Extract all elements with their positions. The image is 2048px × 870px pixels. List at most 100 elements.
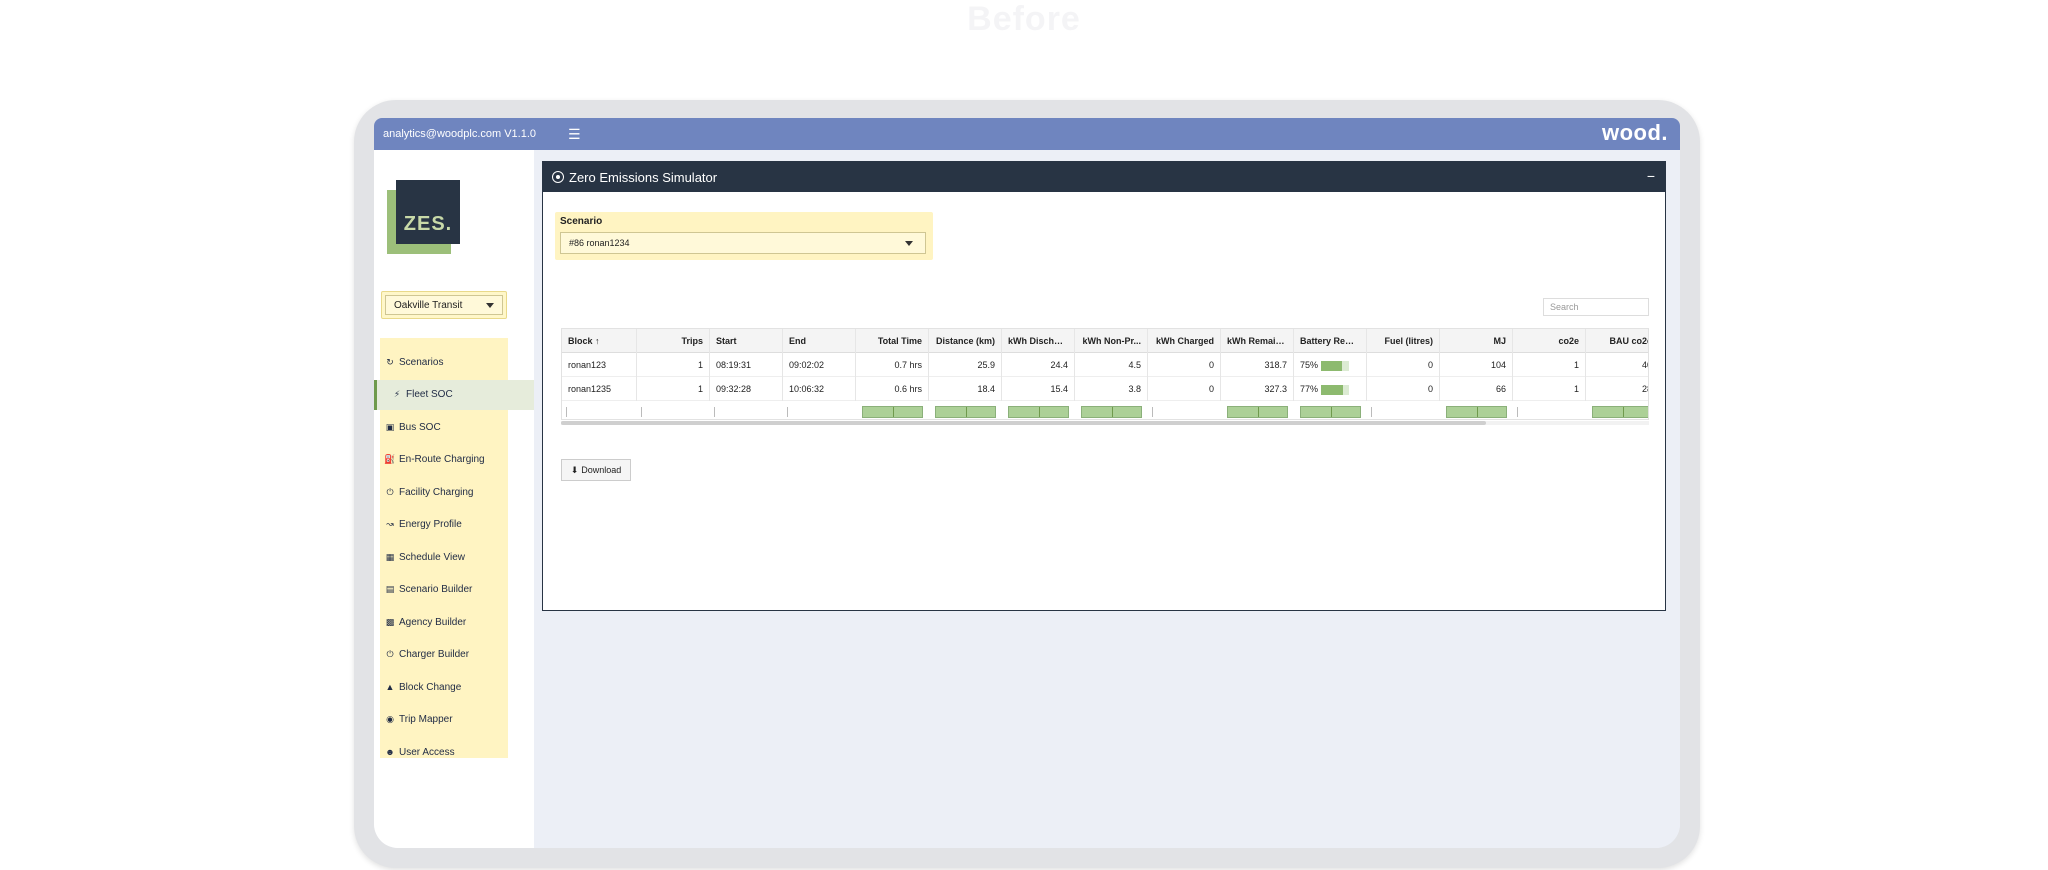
search-input[interactable]: Search: [1543, 298, 1649, 316]
table-cell: 15.4: [1002, 377, 1075, 401]
sidebar-item-label: Scenarios: [399, 356, 444, 368]
table-cell: ronan123: [562, 353, 637, 377]
column-header[interactable]: Distance (km): [929, 329, 1002, 353]
table-row: ronan123 1 08:19:31 09:02:02 0.7 hrs 25.9 24.4…: [562, 353, 1648, 377]
brand-logo: wood.: [1601, 120, 1668, 145]
table-cell: 1: [1513, 377, 1586, 401]
sidebar: ZES. Oakville Transit ↻ Scenarios ⚡ Fleet S…: [374, 150, 534, 848]
collapse-button[interactable]: −: [1647, 168, 1655, 184]
column-header[interactable]: kWh Charged: [1148, 329, 1221, 353]
filter-divider: [787, 407, 788, 417]
range-filter-slider[interactable]: [1008, 406, 1069, 418]
range-filter-slider[interactable]: [1300, 406, 1361, 418]
column-header[interactable]: MJ: [1440, 329, 1513, 353]
user-label: analytics@woodplc.com V1.1.0: [383, 128, 537, 140]
table-cell: 0.7 hrs: [856, 353, 929, 377]
column-header[interactable]: Block ↑: [562, 329, 637, 353]
table-cell: 0: [1148, 353, 1221, 377]
scenario-select[interactable]: #86 ronan1234: [560, 232, 926, 254]
zes-logo: ZES.: [387, 180, 460, 254]
range-filter-slider[interactable]: [1446, 406, 1507, 418]
sidebar-item-block-change[interactable]: ▲ Block Change: [383, 674, 462, 700]
column-header[interactable]: Battery Rem...: [1294, 329, 1367, 353]
table-cell: 66: [1440, 377, 1513, 401]
sidebar-item-label: User Access: [399, 746, 455, 758]
sidebar-item-bus-soc[interactable]: ▣ Bus SOC: [383, 414, 441, 440]
simulator-card: Zero Emissions Simulator − Scenario #86 …: [542, 161, 1666, 611]
table-cell: ronan1235: [562, 377, 637, 401]
range-filter-slider[interactable]: [862, 406, 923, 418]
sidebar-item-label: Block Change: [399, 681, 462, 693]
table-cell: 40: [1586, 353, 1648, 377]
charging-bus-icon: ⚡: [393, 389, 401, 399]
table-cell: 08:19:31: [710, 353, 783, 377]
sidebar-item-en-route-charging[interactable]: ⛽ En-Route Charging: [383, 447, 484, 473]
sidebar-item-label: Scenario Builder: [399, 584, 473, 595]
plug-icon: ⏻: [386, 649, 394, 659]
sidebar-item-user-access[interactable]: ☻ User Access: [383, 739, 455, 765]
target-icon: [552, 171, 564, 183]
battery-bar: [1321, 384, 1350, 395]
column-header[interactable]: Fuel (litres): [1367, 329, 1440, 353]
scenario-label: Scenario: [560, 216, 603, 227]
hamburger-icon[interactable]: ☰: [568, 126, 581, 143]
card-title: Zero Emissions Simulator: [569, 169, 718, 185]
table-filter-row: [562, 401, 1648, 419]
app-screen: analytics@woodplc.com V1.1.0 ☰ wood. ZES…: [374, 118, 1680, 848]
table-cell: 24.4: [1002, 353, 1075, 377]
range-filter-slider[interactable]: [1081, 406, 1142, 418]
map-icon: ◉: [386, 714, 394, 724]
column-header[interactable]: BAU co2e: [1586, 329, 1648, 353]
column-header[interactable]: End: [783, 329, 856, 353]
card-header: Zero Emissions Simulator −: [543, 162, 1665, 192]
agency-select[interactable]: Oakville Transit: [381, 291, 507, 319]
chevron-down-icon: [486, 302, 494, 308]
table-scrollbar[interactable]: [561, 421, 1649, 425]
range-filter-slider[interactable]: [1592, 406, 1648, 418]
table-header-row: Block ↑ Trips Start End Total Time Distance (…: [562, 329, 1648, 353]
column-header[interactable]: kWh Dischar...: [1002, 329, 1075, 353]
sidebar-item-charger-builder[interactable]: ⏻ Charger Builder: [383, 642, 469, 668]
battery-cell: 77%: [1294, 377, 1367, 401]
battery-percent: 75%: [1300, 360, 1319, 370]
chevron-down-icon: [905, 240, 913, 246]
sidebar-item-energy-profile[interactable]: ↝ Energy Profile: [383, 512, 462, 538]
agency-select-value: Oakville Transit: [394, 299, 463, 311]
road-icon: ▲: [385, 682, 395, 692]
sidebar-item-fleet-soc[interactable]: ⚡ Fleet SOC: [390, 382, 453, 408]
sidebar-item-schedule-view[interactable]: ▦ Schedule View: [383, 544, 465, 570]
table-cell: 28: [1586, 377, 1648, 401]
sidebar-item-label: Fleet SOC: [406, 389, 453, 400]
table-cell: 0: [1367, 353, 1440, 377]
download-button[interactable]: ⬇ Download: [561, 459, 631, 481]
table-cell: 1: [1513, 353, 1586, 377]
sidebar-item-label: Trip Mapper: [399, 714, 453, 725]
table-cell: 09:02:02: [783, 353, 856, 377]
table-cell: 1: [637, 377, 710, 401]
column-header[interactable]: co2e: [1513, 329, 1586, 353]
column-header[interactable]: Trips: [637, 329, 710, 353]
charging-station-icon: ⛽: [384, 454, 396, 464]
scenario-select-value: #86 ronan1234: [569, 238, 630, 248]
column-header[interactable]: Start: [710, 329, 783, 353]
range-filter-slider[interactable]: [1227, 406, 1288, 418]
table-cell: 104: [1440, 353, 1513, 377]
sidebar-item-scenarios[interactable]: ↻ Scenarios: [383, 349, 443, 375]
users-icon: ☻: [385, 747, 395, 757]
download-icon: ⬇: [570, 464, 579, 475]
column-header[interactable]: kWh Non-Pr...: [1075, 329, 1148, 353]
sidebar-item-label: Bus SOC: [399, 421, 441, 433]
table-row: ronan1235 1 09:32:28 10:06:32 0.6 hrs 18.4 15.…: [562, 377, 1648, 401]
column-header[interactable]: kWh Remain...: [1221, 329, 1294, 353]
sidebar-item-trip-mapper[interactable]: ◉ Trip Mapper: [383, 707, 453, 733]
sidebar-item-agency-builder[interactable]: ▩ Agency Builder: [383, 609, 467, 635]
results-table: Block ↑ Trips Start End Total Time Distance (…: [561, 328, 1649, 420]
sidebar-item-label: Energy Profile: [399, 519, 462, 530]
table-cell: 0.6 hrs: [856, 377, 929, 401]
column-header[interactable]: Total Time: [856, 329, 929, 353]
table-cell: 318.7: [1221, 353, 1294, 377]
table-cell: 25.9: [929, 353, 1002, 377]
sidebar-item-scenario-builder[interactable]: ▤ Scenario Builder: [383, 577, 473, 603]
sidebar-item-facility-charging[interactable]: ⏻ Facility Charging: [383, 479, 473, 505]
range-filter-slider[interactable]: [935, 406, 996, 418]
